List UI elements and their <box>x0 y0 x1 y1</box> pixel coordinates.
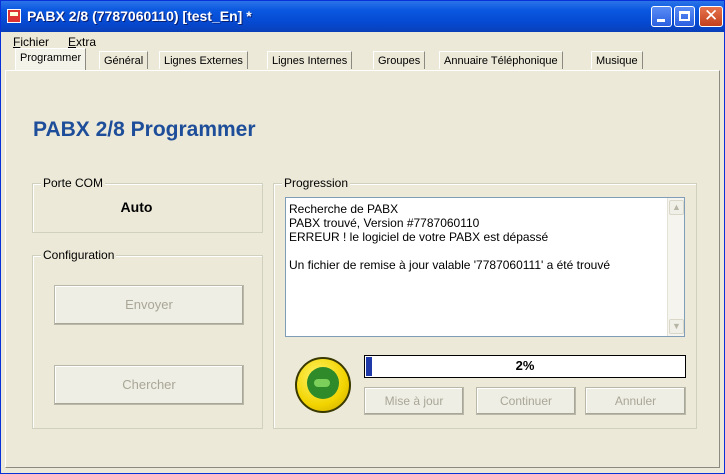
tab-annuaire-telephonique[interactable]: Annuaire Téléphonique <box>439 51 563 69</box>
log-line: Un fichier de remise à jour valable '778… <box>289 258 610 272</box>
search-button[interactable]: Chercher <box>54 365 244 405</box>
tab-general[interactable]: Général <box>99 51 149 69</box>
scroll-down-icon[interactable]: ▼ <box>669 319 684 334</box>
scroll-up-icon[interactable]: ▲ <box>669 200 684 215</box>
cancel-button[interactable]: Annuler <box>585 387 686 415</box>
app-icon <box>7 9 21 23</box>
configuration-label: Configuration <box>41 248 117 262</box>
tab-groupes[interactable]: Groupes <box>373 51 426 69</box>
menu-bar: Fichier Extra <box>1 32 724 52</box>
menu-fichier-label: ichier <box>20 35 50 49</box>
title-bar[interactable]: PABX 2/8 (7787060110) [test_En] * ✕ <box>1 1 724 32</box>
minimize-icon <box>657 19 665 22</box>
progression-label: Progression <box>282 176 351 190</box>
update-button[interactable]: Mise à jour <box>364 387 464 415</box>
progress-bar: 2% <box>364 355 686 378</box>
maximize-button[interactable] <box>674 6 695 27</box>
log-line: Recherche de PABX <box>289 202 399 216</box>
progress-log[interactable]: Recherche de PABX PABX trouvé, Version #… <box>285 197 685 337</box>
maximize-icon <box>679 11 690 21</box>
porte-com-label: Porte COM <box>41 176 106 190</box>
menu-fichier[interactable]: Fichier <box>13 35 49 49</box>
menu-extra-mnemonic: E <box>68 35 77 49</box>
log-line: ERREUR ! le logiciel de votre PABX est d… <box>289 230 549 244</box>
minimize-button[interactable] <box>651 6 672 27</box>
tab-lignes-externes[interactable]: Lignes Externes <box>159 51 248 69</box>
tab-lignes-internes[interactable]: Lignes Internes <box>267 51 353 69</box>
window-title: PABX 2/8 (7787060110) [test_En] * <box>27 8 252 24</box>
log-line: PABX trouvé, Version #7787060110 <box>289 216 480 230</box>
porte-com-value: Auto <box>120 199 153 215</box>
logo-face <box>307 367 339 399</box>
menu-extra-label: xtra <box>76 35 97 49</box>
application-window: PABX 2/8 (7787060110) [test_En] * ✕ Fich… <box>0 0 725 474</box>
send-button[interactable]: Envoyer <box>54 285 244 325</box>
smiley-logo-icon <box>295 357 351 413</box>
close-button[interactable]: ✕ <box>699 6 723 27</box>
close-icon: ✕ <box>704 6 719 26</box>
page-title: PABX 2/8 Programmer <box>33 118 256 141</box>
tab-programmer[interactable]: Programmer <box>15 48 87 70</box>
menu-extra[interactable]: Extra <box>68 35 96 49</box>
log-scrollbar[interactable]: ▲ ▼ <box>667 198 684 336</box>
continue-button[interactable]: Continuer <box>476 387 576 415</box>
progress-label: 2% <box>515 358 535 373</box>
tab-musique[interactable]: Musique <box>591 51 643 69</box>
